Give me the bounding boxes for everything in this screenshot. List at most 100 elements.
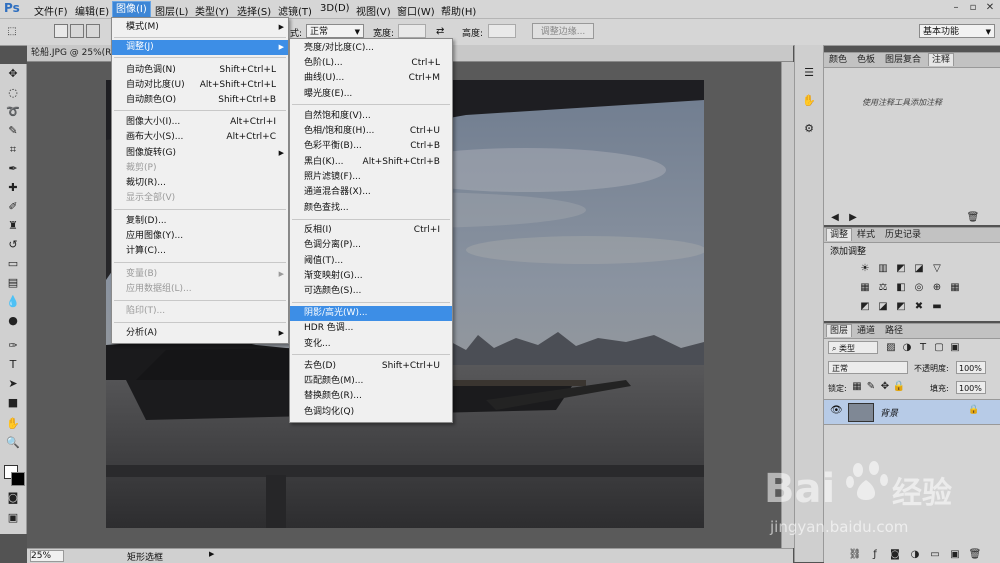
eyedropper-tool-icon[interactable]: ✒: [5, 161, 21, 177]
properties-panel-icon[interactable]: ⚙: [801, 121, 817, 137]
close-icon[interactable]: ✕: [984, 2, 996, 14]
layer-row-background[interactable]: 👁 背景 🔒: [824, 399, 1000, 425]
menu-item-invert[interactable]: 反相(I) Ctrl+I: [290, 223, 452, 238]
menu-item-image-size[interactable]: 图像大小(I)... Alt+Ctrl+I: [112, 115, 288, 130]
color-lookup-adjust-icon[interactable]: ▦: [948, 281, 962, 295]
tab-channels[interactable]: 通道: [854, 325, 878, 337]
brush-panel-icon[interactable]: ✋: [801, 93, 817, 109]
menu-item-analysis[interactable]: 分析(A) ▶: [112, 326, 288, 341]
blur-tool-icon[interactable]: 💧: [5, 294, 21, 310]
status-arrow-icon[interactable]: ▶: [209, 550, 214, 558]
menu-item-photo-filter[interactable]: 照片滤镜(F)...: [290, 170, 452, 185]
menu-item-duplicate[interactable]: 复制(D)...: [112, 214, 288, 229]
zoom-field[interactable]: 25%: [30, 550, 64, 562]
menu-item-brightness-contrast[interactable]: 亮度/对比度(C)...: [290, 41, 452, 56]
menu-item-replace-color[interactable]: 替换颜色(R)...: [290, 389, 452, 404]
filter-adjust-icon[interactable]: ◑: [900, 341, 914, 355]
channel-mixer-adjust-icon[interactable]: ⊕: [930, 281, 944, 295]
menu-item-adjustments[interactable]: 调整(J) ▶: [112, 40, 288, 55]
menu-item-curves[interactable]: 曲线(U)... Ctrl+M: [290, 71, 452, 86]
hand-tool-icon[interactable]: ✋: [5, 416, 21, 432]
swap-icon[interactable]: ⇄: [436, 26, 444, 37]
marquee-tool-icon[interactable]: ◌: [5, 85, 21, 101]
move-tool-icon[interactable]: ✥: [5, 66, 21, 82]
menu-item-hdr-toning[interactable]: HDR 色调...: [290, 321, 452, 336]
menu-item-mode[interactable]: 模式(M) ▶: [112, 20, 288, 35]
menu-3d[interactable]: 3D(D): [320, 3, 350, 14]
menu-item-color-balance[interactable]: 色彩平衡(B)... Ctrl+B: [290, 139, 452, 154]
menu-file[interactable]: 文件(F): [34, 3, 68, 18]
rectangle-tool-icon[interactable]: ■: [5, 395, 21, 411]
filter-shape-icon[interactable]: ▢: [932, 341, 946, 355]
menu-view[interactable]: 视图(V): [356, 3, 391, 18]
lock-all-icon[interactable]: 🔒: [892, 380, 906, 394]
menu-item-channel-mixer[interactable]: 通道混合器(X)...: [290, 185, 452, 200]
tab-notes[interactable]: 注释: [928, 53, 955, 66]
next-note-icon[interactable]: ▶: [846, 211, 860, 225]
add-selection-icon[interactable]: [70, 24, 84, 38]
menu-item-shadows-highlights[interactable]: 阴影/高光(W)...: [290, 306, 452, 321]
selective-color-adjust-icon[interactable]: ✖: [912, 300, 926, 314]
menu-item-auto-contrast[interactable]: 自动对比度(U) Alt+Shift+Ctrl+L: [112, 78, 288, 93]
history-brush-icon[interactable]: ↺: [5, 237, 21, 253]
menu-select[interactable]: 选择(S): [237, 3, 271, 18]
tab-swatches[interactable]: 色板: [854, 54, 878, 66]
eraser-tool-icon[interactable]: ▭: [5, 256, 21, 272]
tab-color[interactable]: 颜色: [826, 54, 850, 66]
quick-select-tool-icon[interactable]: ✎: [5, 123, 21, 139]
menu-type[interactable]: 类型(Y): [195, 3, 229, 18]
brightness-adjust-icon[interactable]: ☀: [858, 262, 872, 276]
path-select-icon[interactable]: ➤: [5, 376, 21, 392]
screen-mode-icon[interactable]: ▣: [5, 510, 21, 526]
lock-position-icon[interactable]: ✥: [878, 380, 892, 394]
curves-adjust-icon[interactable]: ◩: [894, 262, 908, 276]
clone-stamp-icon[interactable]: ♜: [5, 218, 21, 234]
add-mask-icon[interactable]: ◙: [888, 548, 902, 562]
width-field[interactable]: [398, 24, 426, 38]
menu-item-apply-data-set[interactable]: 应用数据组(L)...: [112, 282, 288, 297]
menu-item-image-rotation[interactable]: 图像旋转(G) ▶: [112, 146, 288, 161]
menu-item-crop[interactable]: 裁剪(P): [112, 161, 288, 176]
tab-paths[interactable]: 路径: [882, 325, 906, 337]
menu-filter[interactable]: 滤镜(T): [278, 3, 312, 18]
new-adjustment-icon[interactable]: ◑: [908, 548, 922, 562]
layer-filter-select[interactable]: ⌕ 类型: [828, 341, 878, 354]
background-color-swatch[interactable]: [11, 472, 25, 486]
tab-history[interactable]: 历史记录: [882, 229, 924, 241]
maximize-icon[interactable]: ▫: [967, 2, 979, 14]
filter-smart-icon[interactable]: ▣: [948, 341, 962, 355]
menu-item-vibrance[interactable]: 自然饱和度(V)...: [290, 109, 452, 124]
delete-layer-icon[interactable]: 🗑: [968, 548, 982, 562]
menu-item-reveal-all[interactable]: 显示全部(V): [112, 191, 288, 206]
link-layers-icon[interactable]: ⛓: [848, 548, 862, 562]
type-tool-icon[interactable]: T: [5, 357, 21, 373]
menu-item-calculations[interactable]: 计算(C)...: [112, 244, 288, 259]
height-field[interactable]: [488, 24, 516, 38]
new-selection-icon[interactable]: [54, 24, 68, 38]
menu-item-desaturate[interactable]: 去色(D) Shift+Ctrl+U: [290, 359, 452, 374]
menu-item-trim[interactable]: 裁切(R)...: [112, 176, 288, 191]
dodge-tool-icon[interactable]: ●: [5, 313, 21, 329]
brush-tool-icon[interactable]: ✐: [5, 199, 21, 215]
delete-note-icon[interactable]: 🗑: [966, 211, 980, 225]
minimize-icon[interactable]: –: [950, 2, 962, 14]
menu-item-equalize[interactable]: 色调均化(Q): [290, 405, 452, 420]
menu-item-levels[interactable]: 色阶(L)... Ctrl+L: [290, 56, 452, 71]
vibrance-adjust-icon[interactable]: ▽: [930, 262, 944, 276]
filter-pixel-icon[interactable]: ▨: [884, 341, 898, 355]
invert-adjust-icon[interactable]: ◩: [858, 300, 872, 314]
zoom-tool-icon[interactable]: 🔍: [5, 435, 21, 451]
menu-item-selective-color[interactable]: 可选颜色(S)...: [290, 284, 452, 299]
tab-styles[interactable]: 样式: [854, 229, 878, 241]
refine-edge-button[interactable]: 调整边缘...: [532, 23, 594, 39]
photo-filter-adjust-icon[interactable]: ◎: [912, 281, 926, 295]
gradient-map-adjust-icon[interactable]: ▬: [930, 300, 944, 314]
layer-style-icon[interactable]: ƒ: [868, 548, 882, 562]
menu-item-match-color[interactable]: 匹配颜色(M)...: [290, 374, 452, 389]
menu-item-canvas-size[interactable]: 画布大小(S)... Alt+Ctrl+C: [112, 130, 288, 145]
menu-edit[interactable]: 编辑(E): [75, 3, 109, 18]
new-layer-icon[interactable]: ▣: [948, 548, 962, 562]
history-panel-icon[interactable]: ☰: [801, 65, 817, 81]
tab-adjustments[interactable]: 调整: [826, 228, 853, 241]
levels-adjust-icon[interactable]: ▥: [876, 262, 890, 276]
